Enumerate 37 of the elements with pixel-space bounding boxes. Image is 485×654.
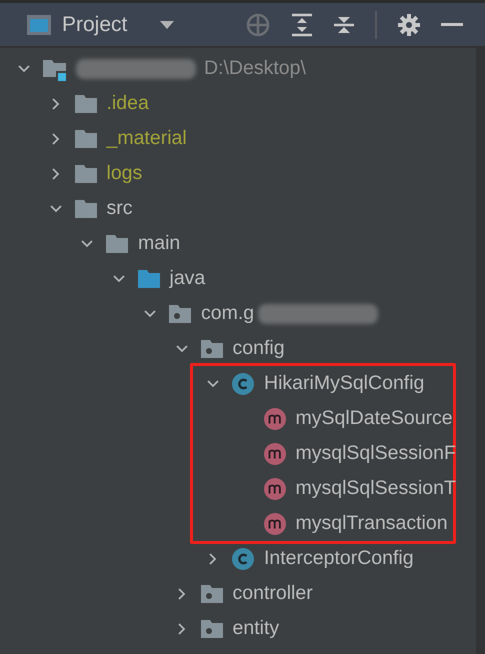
settings-icon[interactable] <box>397 12 421 36</box>
expand-all-icon[interactable] <box>291 12 313 36</box>
tree-item-label[interactable]: .idea <box>106 92 149 115</box>
tree-item-label[interactable]: mySqlDateSource <box>296 407 453 430</box>
method-icon <box>262 406 286 430</box>
class-icon <box>231 546 255 570</box>
tree-item-label[interactable]: main <box>138 232 180 255</box>
method-icon <box>262 442 286 466</box>
source-folder-icon <box>136 268 160 288</box>
path-label: D:\Desktop\ <box>204 57 306 80</box>
folder-icon <box>74 128 98 148</box>
tree-item-label[interactable]: controller <box>232 582 313 605</box>
folder-icon <box>105 234 129 254</box>
package-icon <box>168 304 192 324</box>
caret-icon[interactable] <box>159 20 176 30</box>
panel-title[interactable]: Project <box>62 12 128 36</box>
tree-item-label[interactable]: src <box>106 197 132 220</box>
package-icon <box>200 338 224 358</box>
tree-item-label[interactable]: logs <box>106 162 142 185</box>
tree-item-label[interactable]: config <box>232 337 285 360</box>
folder-icon <box>74 164 98 184</box>
tree-item-label[interactable]: entity <box>232 617 280 640</box>
package-icon <box>200 584 224 604</box>
folder-icon <box>74 198 98 218</box>
tree-item-label[interactable]: InterceptorConfig <box>264 547 414 570</box>
window-icon <box>26 12 52 36</box>
tree-item-label[interactable]: mysqlTransaction <box>296 512 448 535</box>
tree-item-label[interactable]: _material <box>106 127 187 150</box>
tree-item-label[interactable]: com.g <box>201 302 254 325</box>
package-icon <box>200 618 224 638</box>
tree-item-label[interactable]: HikariMySqlConfig <box>264 372 424 395</box>
tree-item-label[interactable]: java <box>170 267 206 290</box>
minimize-icon[interactable] <box>441 22 463 28</box>
folder-icon <box>74 94 98 114</box>
class-icon <box>231 372 255 396</box>
method-icon <box>262 476 286 500</box>
method-icon <box>262 512 286 536</box>
